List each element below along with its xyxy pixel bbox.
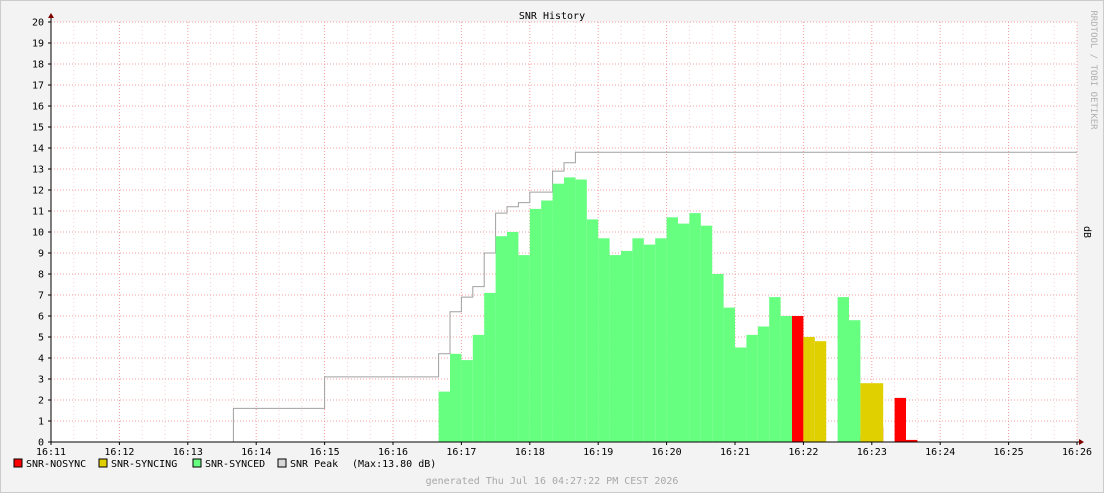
y-tick-label: 3 bbox=[38, 375, 44, 386]
x-tick-label: 16:20 bbox=[652, 447, 682, 458]
snr-synced-bar bbox=[484, 292, 496, 442]
x-tick-label: 16:24 bbox=[925, 447, 955, 458]
y-tick-label: 8 bbox=[38, 270, 44, 281]
snr-synced-bar bbox=[632, 238, 644, 442]
snr-nosync-bar bbox=[792, 316, 804, 442]
chart-title: SNR History bbox=[519, 11, 585, 22]
snr-synced-bar bbox=[529, 208, 542, 442]
x-tick-label: 16:13 bbox=[173, 447, 203, 458]
snr-synced-bar bbox=[598, 238, 610, 442]
snr-synced-bar bbox=[507, 232, 519, 442]
x-tick-label: 16:14 bbox=[241, 447, 271, 458]
snr-synced-bar bbox=[472, 334, 485, 442]
legend-swatch-snr-syncing bbox=[98, 458, 108, 468]
snr-synced-bar bbox=[746, 334, 758, 442]
snr-synced-bar bbox=[575, 179, 587, 442]
x-tick-label: 16:17 bbox=[446, 447, 476, 458]
snr-synced-bar bbox=[837, 297, 849, 442]
x-tick-label: 16:22 bbox=[788, 447, 818, 458]
generated-timestamp: generated Thu Jul 16 04:27:22 PM CEST 20… bbox=[426, 476, 679, 487]
x-tick-label: 16:23 bbox=[857, 447, 887, 458]
snr-synced-bar bbox=[643, 244, 656, 442]
y-tick-label: 11 bbox=[32, 207, 44, 218]
y-tick-label: 17 bbox=[32, 81, 44, 92]
y-tick-label: 2 bbox=[38, 396, 44, 407]
legend-swatch-snr-synced bbox=[192, 458, 202, 468]
y-axis-label: dB bbox=[1081, 226, 1092, 238]
x-tick-label: 16:18 bbox=[515, 447, 545, 458]
snr-syncing-bar bbox=[814, 341, 827, 442]
y-tick-label: 16 bbox=[32, 102, 44, 113]
y-tick-label: 19 bbox=[32, 39, 44, 50]
snr-synced-bar bbox=[621, 250, 633, 442]
legend-label: SNR Peak bbox=[290, 459, 338, 470]
snr-synced-bar bbox=[678, 223, 690, 442]
legend-label: SNR-NOSYNC bbox=[26, 459, 86, 470]
y-tick-label: 7 bbox=[38, 291, 44, 302]
x-tick-label: 16:21 bbox=[720, 447, 750, 458]
y-tick-label: 9 bbox=[38, 249, 44, 260]
snr-synced-bar bbox=[666, 217, 678, 442]
x-tick-label: 16:25 bbox=[994, 447, 1024, 458]
x-tick-label: 16:12 bbox=[104, 447, 134, 458]
snr-synced-bar bbox=[757, 326, 770, 442]
y-tick-label: 18 bbox=[32, 60, 44, 71]
y-tick-label: 20 bbox=[32, 18, 44, 29]
snr-nosync-bar bbox=[894, 397, 906, 442]
snr-synced-bar bbox=[541, 200, 553, 442]
snr-syncing-bar bbox=[803, 337, 815, 442]
y-tick-label: 10 bbox=[32, 228, 44, 239]
snr-synced-bar bbox=[700, 225, 713, 442]
snr-synced-bar bbox=[495, 236, 507, 442]
y-tick-label: 5 bbox=[38, 333, 44, 344]
snr-synced-bar bbox=[780, 316, 792, 442]
x-tick-label: 16:16 bbox=[378, 447, 408, 458]
y-tick-label: 4 bbox=[38, 354, 44, 365]
snr-history-chart: 0 1 2 3 4 5 6 7 8 9 10 11 12 13 14 15 16 17 18 19 20 16:11 16:… bbox=[0, 0, 1104, 493]
y-tick-label: 15 bbox=[32, 123, 44, 134]
legend-swatch-snr-nosync bbox=[13, 458, 23, 468]
snr-synced-bar bbox=[552, 183, 564, 442]
legend-label: SNR-SYNCING bbox=[111, 459, 177, 470]
y-tick-label: 1 bbox=[38, 417, 44, 428]
snr-synced-bar bbox=[438, 391, 450, 442]
x-tick-label: 16:11 bbox=[36, 447, 66, 458]
snr-synced-bar bbox=[461, 360, 473, 442]
y-tick-label: 12 bbox=[32, 186, 44, 197]
x-tick-label: 16:15 bbox=[310, 447, 340, 458]
x-tick-label: 16:26 bbox=[1062, 447, 1092, 458]
snr-synced-bar bbox=[689, 213, 701, 442]
snr-synced-bar bbox=[586, 219, 599, 442]
snr-synced-bar bbox=[769, 297, 781, 442]
snr-synced-bar bbox=[849, 320, 861, 442]
watermark-text: RRDTOOL / TOBI OETIKER bbox=[1088, 10, 1098, 130]
legend-swatch-snr-peak bbox=[277, 458, 287, 468]
snr-synced-bar bbox=[518, 255, 530, 442]
snr-synced-bar bbox=[712, 274, 724, 442]
y-tick-label: 14 bbox=[32, 144, 44, 155]
snr-synced-bar bbox=[655, 238, 667, 442]
y-tick-label: 13 bbox=[32, 165, 44, 176]
chart-svg: 0123456789101112131415161718192016:11 16:… bbox=[0, 0, 1104, 493]
x-tick-label: 16:19 bbox=[583, 447, 613, 458]
peak-max-note: (Max:13.80 dB) bbox=[352, 459, 436, 470]
legend-label: SNR-SYNCED bbox=[205, 459, 265, 470]
snr-synced-bar bbox=[609, 255, 621, 442]
snr-synced-bar bbox=[723, 307, 735, 442]
snr-syncing-bar bbox=[860, 383, 884, 442]
snr-synced-bar bbox=[564, 177, 576, 442]
snr-synced-bar bbox=[450, 353, 462, 442]
y-tick-label: 6 bbox=[38, 312, 44, 323]
snr-synced-bar bbox=[735, 347, 747, 442]
